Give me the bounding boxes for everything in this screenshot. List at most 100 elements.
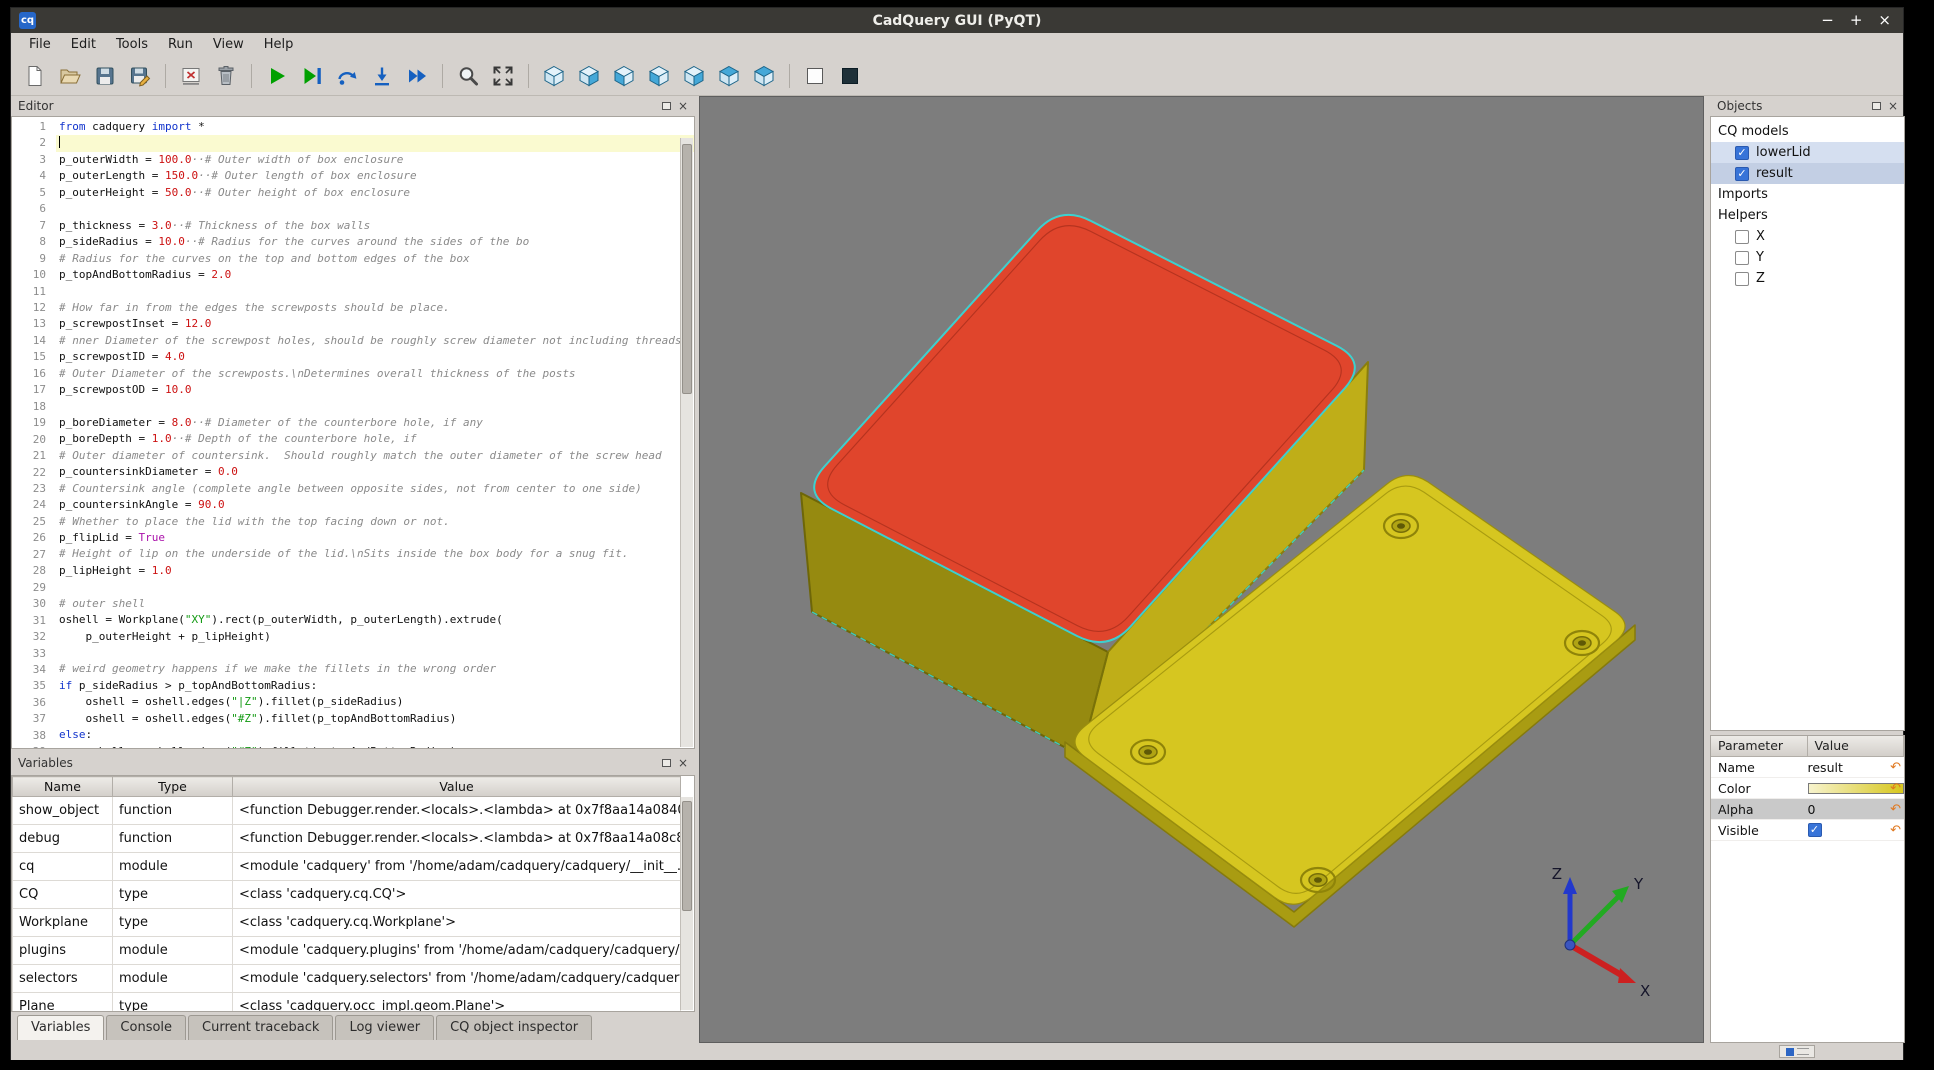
save-as-button[interactable] [126,62,154,90]
checkbox-x[interactable] [1735,230,1749,244]
variables-close-icon[interactable]: × [678,757,688,769]
param-row-alpha[interactable]: Alpha0↶ [1711,799,1904,820]
revert-icon[interactable]: ↶ [1890,803,1901,816]
view-left-button[interactable] [645,62,673,90]
editor-scrollbar[interactable] [680,138,693,747]
maximize-button[interactable]: + [1850,13,1863,28]
variables-scrollbar[interactable] [680,797,693,1010]
view-front-button[interactable] [575,62,603,90]
visible-checkbox[interactable]: ✓ [1808,823,1822,837]
tree-group-cq-models[interactable]: CQ models [1711,121,1904,142]
clear-button[interactable] [177,62,205,90]
code-line: p_outerHeight + p_lipHeight) [56,629,694,645]
shaded-button[interactable] [836,62,864,90]
close-button[interactable]: × [1878,13,1891,28]
param-row-color[interactable]: Color↶ [1711,778,1904,799]
vars-col-name[interactable]: Name [13,777,113,797]
objects-close-icon[interactable]: × [1888,100,1898,112]
variable-row[interactable]: debugfunction<function Debugger.render.<… [13,825,681,853]
code-line: oshell = oshell.edges("|Z").fillet(p_sid… [56,694,694,710]
tree-group-imports[interactable]: Imports [1711,184,1904,205]
revert-icon[interactable]: ↶ [1890,824,1901,837]
grip-icon [1786,1048,1794,1056]
view-top-button[interactable] [715,62,743,90]
revert-icon[interactable]: ↶ [1890,782,1901,795]
variable-row[interactable]: Planetype<class 'cadquery.occ_impl.geom.… [13,993,681,1013]
tree-item-lowerlid[interactable]: ✓lowerLid [1711,142,1904,163]
tree-item-y[interactable]: Y [1711,247,1904,268]
editor-scrollbar-thumb[interactable] [682,144,692,394]
editor-close-icon[interactable]: × [678,100,688,112]
tab-log-viewer[interactable]: Log viewer [335,1015,434,1040]
variable-cell: debug [13,825,113,853]
delete-button[interactable] [212,62,240,90]
tree-item-x[interactable]: X [1711,226,1904,247]
tree-item-z[interactable]: Z [1711,268,1904,289]
code-line: oshell = Workplane("XY").rect(p_outerWid… [56,612,694,628]
tree-group-helpers[interactable]: Helpers [1711,205,1904,226]
menu-edit[interactable]: Edit [61,35,106,54]
variable-cell: <module 'cadquery.plugins' from '/home/a… [233,937,681,965]
step-into-button[interactable] [368,62,396,90]
open-file-button[interactable] [56,62,84,90]
objects-float-icon[interactable] [1872,102,1881,110]
save-button[interactable] [91,62,119,90]
tab-variables[interactable]: Variables [17,1015,104,1040]
view-right-button[interactable] [680,62,708,90]
menu-help[interactable]: Help [254,35,304,54]
3d-viewport[interactable]: Z Y X [699,96,1704,1043]
wireframe-button[interactable] [801,62,829,90]
fit-all-button[interactable] [489,62,517,90]
menu-view[interactable]: View [203,35,254,54]
variable-row[interactable]: show_objectfunction<function Debugger.re… [13,797,681,825]
variables-float-icon[interactable] [662,759,671,767]
zoom-button[interactable] [454,62,482,90]
variable-cell: CQ [13,881,113,909]
variable-row[interactable]: Workplanetype<class 'cadquery.cq.Workpla… [13,909,681,937]
variable-cell: <module 'cadquery' from '/home/adam/cadq… [233,853,681,881]
variables-scrollbar-thumb[interactable] [682,801,692,911]
view-bottom-button[interactable] [750,62,778,90]
zoom-icon [456,64,480,88]
code-line: # Outer diameter of countersink. Should … [56,448,694,464]
tree-item-result[interactable]: ✓result [1711,163,1904,184]
step-over-button[interactable] [333,62,361,90]
param-row-name[interactable]: Nameresult↶ [1711,757,1904,778]
tab-console[interactable]: Console [106,1015,186,1040]
color-swatch[interactable] [1808,783,1904,794]
variable-row[interactable]: cqmodule<module 'cadquery' from '/home/a… [13,853,681,881]
tab-current-traceback[interactable]: Current traceback [188,1015,333,1040]
menu-file[interactable]: File [19,35,61,54]
code-editor[interactable]: 1234567891011121314151617181920212223242… [11,116,695,749]
variable-row[interactable]: CQtype<class 'cadquery.cq.CQ'> [13,881,681,909]
tab-cq-object-inspector[interactable]: CQ object inspector [436,1015,592,1040]
revert-icon[interactable]: ↶ [1890,761,1901,774]
checkbox-z[interactable] [1735,272,1749,286]
code-line: if p_sideRadius > p_topAndBottomRadius: [56,678,694,694]
minimize-button[interactable]: − [1821,13,1834,28]
param-row-visible[interactable]: Visible✓↶ [1711,820,1904,841]
new-file-button[interactable] [21,62,49,90]
variable-row[interactable]: pluginsmodule<module 'cadquery.plugins' … [13,937,681,965]
continue-button[interactable] [403,62,431,90]
debug-button[interactable] [298,62,326,90]
vars-col-type[interactable]: Type [113,777,233,797]
menu-tools[interactable]: Tools [106,35,158,54]
parameters-col-value[interactable]: Value [1808,736,1905,756]
editor-float-icon[interactable] [662,102,671,110]
view-isometric-button[interactable] [540,62,568,90]
variable-row[interactable]: selectorsmodule<module 'cadquery.selecto… [13,965,681,993]
checkbox-result[interactable]: ✓ [1735,167,1749,181]
parameters-col-parameter[interactable]: Parameter [1711,736,1808,756]
x-axis-label: X [1640,982,1650,1000]
checkbox-lowerlid[interactable]: ✓ [1735,146,1749,160]
run-button[interactable] [263,62,291,90]
toolbar-separator [442,64,443,88]
view-back-button[interactable] [610,62,638,90]
checkbox-y[interactable] [1735,251,1749,265]
variable-cell: module [113,937,233,965]
z-axis-label: Z [1552,865,1562,883]
status-grip[interactable] [1779,1045,1815,1058]
vars-col-value[interactable]: Value [233,777,681,797]
menu-run[interactable]: Run [158,35,203,54]
